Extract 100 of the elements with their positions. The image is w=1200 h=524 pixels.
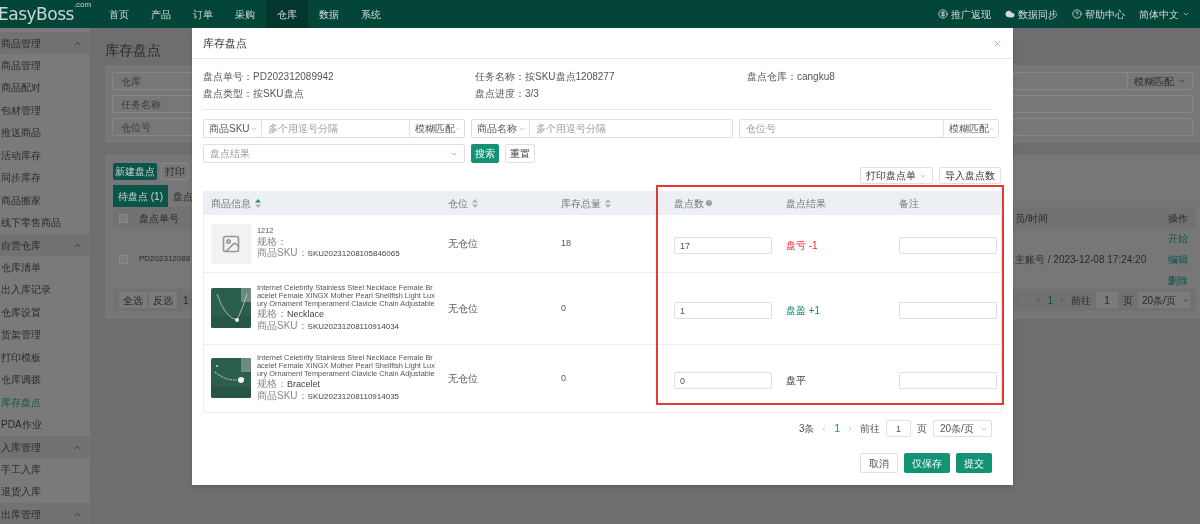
page-input[interactable]: 1	[1096, 292, 1118, 308]
field-select[interactable]: 商品名称	[472, 120, 530, 137]
result-text: 盘亏 -1	[786, 239, 818, 251]
page-input[interactable]: 1	[886, 420, 911, 437]
primary-button[interactable]: 仅保存	[904, 453, 950, 473]
column-header: 仓位	[448, 196, 468, 211]
column-header: 盘点数	[674, 196, 704, 211]
match-select[interactable]: 模糊匹配	[943, 120, 998, 137]
table-cell: PD202312088	[139, 253, 191, 265]
total-count: 3条	[798, 422, 815, 436]
filter-group[interactable]: 商品名称 多个用逗号分隔	[471, 119, 733, 138]
nav-item[interactable]: 产品	[140, 0, 182, 28]
filter-group[interactable]: 商品SKU 多个用逗号分隔 模糊匹配	[203, 119, 465, 138]
sidebar-item[interactable]: 同步库存	[0, 166, 90, 189]
coin-icon	[938, 9, 948, 19]
goto-label: 前往	[1071, 293, 1091, 308]
sort-icon[interactable]	[472, 198, 478, 208]
page-size-select[interactable]: 20条/页	[933, 420, 992, 437]
next-page-icon[interactable]	[1058, 296, 1066, 304]
nav-item[interactable]: 系统	[350, 0, 392, 28]
sidebar-item[interactable]: 商品配对	[0, 76, 90, 99]
action-link[interactable]: 编辑	[1168, 251, 1188, 267]
count-input[interactable]: 0	[674, 372, 772, 389]
page-number[interactable]: 1	[834, 421, 840, 436]
table-cell-text: 无仓位	[447, 237, 479, 251]
sidebar-item[interactable]: 打印模板	[0, 346, 90, 369]
search-field[interactable]: 仓位号	[740, 120, 943, 137]
column-header: 员/时间	[1015, 211, 1049, 226]
nav-item[interactable]: 订单	[182, 0, 224, 28]
sidebar-group[interactable]: 自营仓库	[0, 234, 90, 256]
footer-button[interactable]: 全选	[119, 292, 147, 308]
sidebar-item[interactable]: 商品管理	[0, 54, 90, 77]
note-input[interactable]	[899, 237, 997, 254]
page-unit: 页	[917, 422, 927, 436]
page-size-select[interactable]: 20条/页	[1138, 292, 1190, 308]
sidebar-item[interactable]: 仓库清单	[0, 256, 90, 279]
close-icon[interactable]	[993, 38, 1002, 48]
match-select[interactable]: 模糊匹配	[409, 120, 464, 137]
sidebar-item[interactable]: 手工入库	[0, 458, 90, 481]
search-field[interactable]: 多个用逗号分隔	[262, 120, 409, 137]
sidebar-item[interactable]: 库存盘点	[0, 391, 90, 414]
sidebar-item[interactable]: 活动库存	[0, 144, 90, 167]
nav-item[interactable]: 采购	[224, 0, 266, 28]
language-select[interactable]: 简体中文	[1139, 6, 1190, 22]
nav-link[interactable]: 数据同步	[1005, 6, 1058, 22]
logo[interactable]: EasyBoss	[0, 4, 74, 24]
product-spec: 规格：Necklace	[257, 308, 325, 320]
column-header: 备注	[899, 196, 919, 211]
sidebar-item[interactable]: 退货入库	[0, 480, 90, 503]
sidebar-group[interactable]: 入库管理	[0, 436, 90, 458]
table-cell-text: 0	[560, 301, 567, 315]
nav-item[interactable]: 首页	[98, 0, 140, 28]
search-button[interactable]: 搜索	[471, 144, 499, 163]
action-link[interactable]: 开始	[1168, 230, 1188, 246]
sidebar-item[interactable]: 商品搬家	[0, 189, 90, 212]
count-input[interactable]: 1	[674, 302, 772, 319]
result-text: 盘盈 +1	[786, 304, 821, 316]
action-link[interactable]: 删除	[1168, 272, 1188, 288]
sidebar-item[interactable]: 包材管理	[0, 99, 90, 122]
filter-group[interactable]: 仓位号 模糊匹配	[739, 119, 999, 138]
goto-label: 前往	[860, 422, 880, 436]
info-text: 任务名称：按SKU盘点1208277	[475, 71, 616, 83]
sidebar-item[interactable]: 仓库调拨	[0, 368, 90, 391]
result-text: 盘平	[786, 374, 806, 386]
nav-link[interactable]: 推广返现	[938, 6, 991, 22]
sidebar-item[interactable]: 出入库记录	[0, 278, 90, 301]
column-header: 操作	[1168, 211, 1189, 226]
sidebar-group[interactable]: 出库管理	[0, 503, 90, 524]
print-button[interactable]: 打印	[161, 163, 189, 180]
nav-item[interactable]: 数据	[308, 0, 350, 28]
next-page-icon[interactable]	[846, 424, 854, 433]
note-input[interactable]	[899, 302, 997, 319]
field-select[interactable]: 商品SKU	[204, 120, 262, 137]
sidebar-item[interactable]: 货架管理	[0, 323, 90, 346]
nav-item[interactable]: 仓库	[266, 0, 308, 28]
logo-suffix: .com	[73, 1, 92, 9]
sort-icon[interactable]	[605, 198, 611, 208]
sidebar-item[interactable]: PDA作业	[0, 413, 90, 436]
note-input[interactable]	[899, 372, 997, 389]
result-select[interactable]: 盘点结果	[203, 144, 465, 163]
sidebar-item[interactable]: 推送商品	[0, 121, 90, 144]
sidebar-item[interactable]: 仓库设置	[0, 301, 90, 324]
tab[interactable]: 待盘点 (1)	[113, 185, 168, 207]
product-sku: 商品SKU：SKU20231208105846065	[257, 246, 401, 260]
import-button[interactable]: 导入盘点数	[939, 167, 1001, 184]
primary-button[interactable]: 提交	[956, 453, 992, 473]
reset-button[interactable]: 重置	[505, 144, 535, 163]
search-field[interactable]: 多个用逗号分隔	[530, 120, 732, 137]
help-icon[interactable]	[705, 199, 713, 207]
nav-link[interactable]: 帮助中心	[1072, 6, 1125, 22]
count-input[interactable]: 17	[674, 237, 772, 254]
cancel-button[interactable]: 取消	[860, 453, 898, 473]
info-text: 盘点类型：按SKU盘点	[203, 88, 305, 100]
sort-icon[interactable]	[255, 198, 261, 208]
info-text: 盘点单号：PD202312089942	[203, 71, 335, 83]
sidebar-item[interactable]: 线下零售商品	[0, 211, 90, 234]
print-button[interactable]: 打印盘点单	[860, 167, 933, 184]
footer-button[interactable]: 反选	[149, 292, 177, 308]
new-button[interactable]: 新建盘点	[113, 163, 157, 180]
column-header: 库存总量	[561, 196, 601, 211]
